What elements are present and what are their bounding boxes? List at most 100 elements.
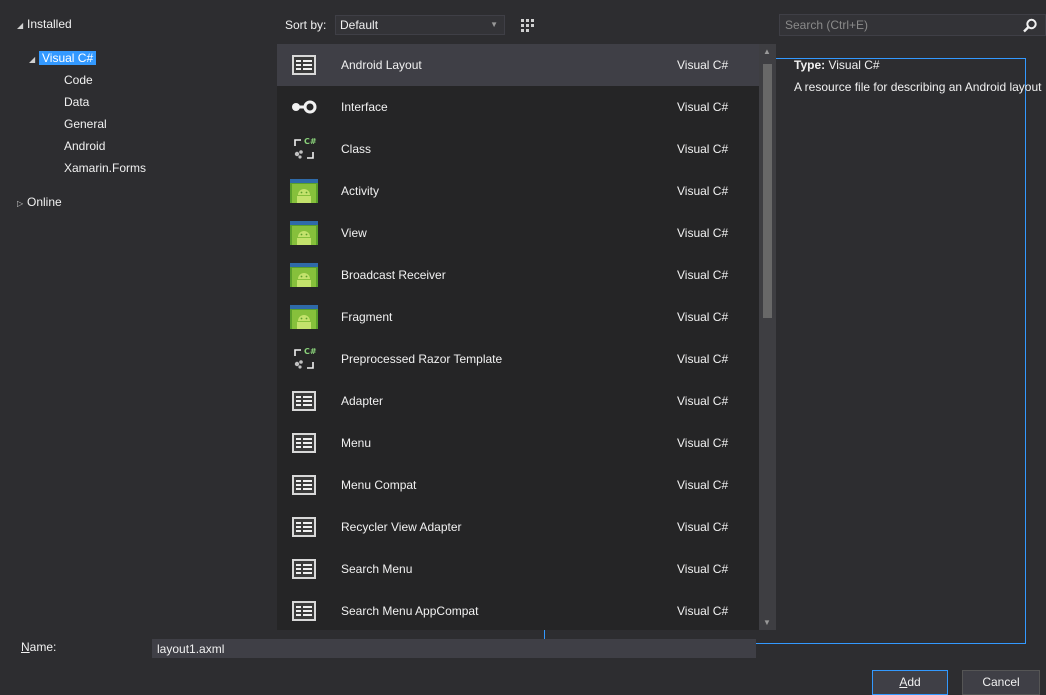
template-language: Visual C# [677,142,729,156]
tree-node-code[interactable]: Code [64,71,93,89]
template-list-item[interactable]: Interface Visual C# [277,86,759,128]
template-list-item[interactable]: Menu Visual C# [277,422,759,464]
tree-node-xamarin-forms[interactable]: Xamarin.Forms [64,159,146,177]
tree-node-data[interactable]: Data [64,93,89,111]
expanded-arrow-icon[interactable]: ◢ [17,17,27,35]
template-name: Search Menu AppCompat [341,604,479,618]
template-list-item[interactable]: View Visual C# [277,212,759,254]
tree-node-android[interactable]: Android [64,137,105,155]
tree-node-visual-csharp[interactable]: ◢ Visual C# [29,49,97,69]
layout-icon [290,387,318,415]
template-list: Android Layout Visual C# Interface Visual C… [277,44,759,630]
template-name: Activity [341,184,380,198]
add-button-rest: dd [907,675,921,689]
tree-node-label: Data [64,95,90,109]
template-list-item[interactable]: Recycler View Adapter Visual C# [277,506,759,548]
template-list-item[interactable]: Menu Compat Visual C# [277,464,759,506]
template-name: Menu Compat [341,478,417,492]
template-name: Android Layout [341,58,422,72]
search-input[interactable] [780,15,1020,35]
template-list-item[interactable]: Search Menu AppCompat Visual C# [277,590,759,630]
name-field-label: Name: [21,640,56,654]
layout-icon [290,429,318,457]
search-box[interactable] [779,14,1046,36]
template-name: Fragment [341,310,393,324]
template-details-panel: Type: Visual C# A resource file for desc… [794,58,1044,95]
small-icons-view-button[interactable] [516,14,538,36]
template-category-tree: ◢ Installed ◢ Visual C# Code Data General … [0,9,277,630]
template-language: Visual C# [677,520,729,534]
template-language: Visual C# [677,268,729,282]
template-name: Recycler View Adapter [341,520,462,534]
tree-node-label: Code [64,73,93,87]
sort-by-label: Sort by: [285,18,327,32]
expanded-arrow-icon[interactable]: ◢ [29,51,39,69]
sort-by-value: Default [340,18,379,32]
template-list-item[interactable]: Search Menu Visual C# [277,548,759,590]
sort-by-dropdown[interactable]: Default ▼ [335,15,505,35]
tree-node-label: Xamarin.Forms [64,161,147,175]
type-key-label: Type: [794,58,826,72]
tree-node-label: General [64,117,107,131]
tree-node-online[interactable]: ▷ Online [17,193,62,211]
tree-node-label: Android [64,139,106,153]
layout-icon [290,51,318,79]
tree-node-installed-label: Installed [27,17,72,31]
template-language: Visual C# [677,436,729,450]
type-value: Visual C# [828,58,880,72]
cancel-button[interactable]: Cancel [962,670,1040,695]
template-list-item[interactable]: Broadcast Receiver Visual C# [277,254,759,296]
template-name: Interface [341,100,388,114]
add-button[interactable]: Add [872,670,948,695]
template-list-item[interactable]: Fragment Visual C# [277,296,759,338]
name-label-mnemonic: N [21,640,30,654]
template-language: Visual C# [677,352,729,366]
dialog-top-strip [0,0,1046,9]
template-list-item[interactable]: Activity Visual C# [277,170,759,212]
template-list-scrollbar[interactable]: ▲ ▼ [759,44,776,630]
layout-icon [290,597,318,625]
scroll-down-arrow-icon[interactable]: ▼ [763,618,771,627]
template-type-line: Type: Visual C# [794,58,1044,72]
tree-node-general[interactable]: General [64,115,107,133]
template-language: Visual C# [677,310,729,324]
android-icon [290,219,318,247]
tree-node-online-label: Online [27,195,62,209]
template-list-item[interactable]: Android Layout Visual C# [277,44,759,86]
template-name: Adapter [341,394,384,408]
template-language: Visual C# [677,394,729,408]
name-input[interactable] [152,639,756,658]
grid-view-icon [521,19,534,32]
csharp-class-icon: C# [290,135,318,163]
template-name: Menu [341,436,372,450]
scroll-up-arrow-icon[interactable]: ▲ [763,47,771,56]
layout-icon [290,555,318,583]
name-label-rest: ame: [29,640,57,654]
collapsed-arrow-icon[interactable]: ▷ [17,195,27,213]
svg-text:C#: C# [304,137,317,146]
layout-icon [290,471,318,499]
svg-text:C#: C# [304,347,317,356]
template-language: Visual C# [677,604,729,618]
template-language: Visual C# [677,184,729,198]
template-name: Broadcast Receiver [341,268,446,282]
template-language: Visual C# [677,58,729,72]
template-language: Visual C# [677,562,729,576]
template-name: Class [341,142,372,156]
template-description: A resource file for describing an Androi… [794,80,1042,94]
template-name: Search Menu [341,562,413,576]
template-list-item[interactable]: Adapter Visual C# [277,380,759,422]
tree-node-visual-csharp-label: Visual C# [39,51,97,65]
template-name: View [341,226,367,240]
template-name: Preprocessed Razor Template [341,352,503,366]
template-language: Visual C# [677,226,729,240]
scrollbar-thumb[interactable] [763,64,772,318]
layout-icon [290,513,318,541]
search-icon[interactable] [1021,17,1039,35]
tree-node-installed[interactable]: ◢ Installed [17,15,72,33]
template-language: Visual C# [677,478,729,492]
android-icon [290,177,318,205]
template-list-item[interactable]: C# Class Visual C# [277,128,759,170]
csharp-class-icon: C# [290,345,318,373]
template-list-item[interactable]: C# Preprocessed Razor Template Visual C# [277,338,759,380]
